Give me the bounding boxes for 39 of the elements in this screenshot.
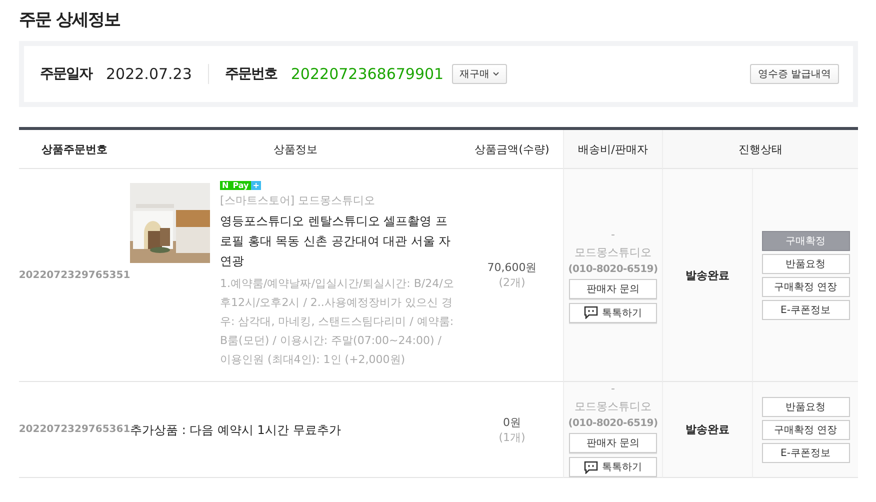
column-header: 진행상태 <box>662 130 858 169</box>
seller-inquiry-button[interactable]: 판매자 문의 <box>569 433 657 453</box>
product-quantity: (1개) <box>498 430 526 444</box>
order-status: 발송완료 <box>662 382 752 478</box>
seller-phone: (010-8020-6519) <box>568 264 658 274</box>
seller-name: 모드몽스튜디오 <box>574 244 652 260</box>
order-number-label: 주문번호 <box>224 65 277 83</box>
reorder-button[interactable]: 재구매 <box>452 64 507 84</box>
order-status: 발송완료 <box>662 169 752 382</box>
shipping-fee: - <box>611 382 615 395</box>
product-order-number: 2022072329765361 <box>19 382 130 478</box>
product-quantity: (2개) <box>498 275 526 290</box>
store-name: [스마트스토어] 모드몽스튜디오 <box>220 193 376 208</box>
order-date: 2022.07.23 <box>106 65 192 83</box>
action-button[interactable]: E-쿠폰정보 <box>762 442 850 462</box>
talktalk-button[interactable]: 톡톡하기 <box>569 302 657 322</box>
product-price: 0원 <box>503 414 521 430</box>
receipt-history-button[interactable]: 영수증 발급내역 <box>750 64 839 84</box>
talktalk-button[interactable]: 톡톡하기 <box>569 457 657 477</box>
column-header: 배송비/판매자 <box>563 130 662 169</box>
order-date-label: 주문일자 <box>40 65 92 83</box>
shipping-fee: - <box>611 228 615 240</box>
product-name: 영등포스튜디오 렌탈스튜디오 셀프촬영 프로필 홍대 목동 신촌 공간대여 대관 서울 자연광 <box>220 213 452 270</box>
action-button[interactable]: 반품요청 <box>762 254 850 274</box>
column-header: 상품정보 <box>130 130 461 169</box>
action-button[interactable]: 반품요청 <box>762 396 850 416</box>
npay-plus-badge: N Pay + <box>220 181 262 190</box>
order-number: 2022072368679901 <box>290 65 444 83</box>
page-title: 주문 상세정보 <box>19 9 121 31</box>
product-options: 1.예약룸/예약날짜/입실시간/퇴실시간: B/24/오후12시/오후2시 / 2..사용예정장비가 있으신 경우: 삼각대, 마네킹, 스탠드스팀다리미 / 예약룸: B룸(모던) / 이용시간: 주말(07:00~24:00) / 이용인원 (최대4인): 1인 (+2,000원) <box>220 274 455 369</box>
action-button[interactable]: 구매확정 연장 <box>762 276 850 296</box>
product-price: 70,600원 <box>487 260 537 275</box>
seller-inquiry-button[interactable]: 판매자 문의 <box>569 278 657 298</box>
seller-phone: (010-8020-6519) <box>568 418 658 429</box>
seller-name: 모드몽스튜디오 <box>574 399 652 414</box>
action-button[interactable]: E-쿠폰정보 <box>762 300 850 320</box>
product-name: 추가상품 : 다음 예약시 1시간 무료추가 <box>130 422 341 438</box>
action-button[interactable]: 구매확정 연장 <box>762 420 850 440</box>
column-header: 상품주문번호 <box>19 130 130 169</box>
